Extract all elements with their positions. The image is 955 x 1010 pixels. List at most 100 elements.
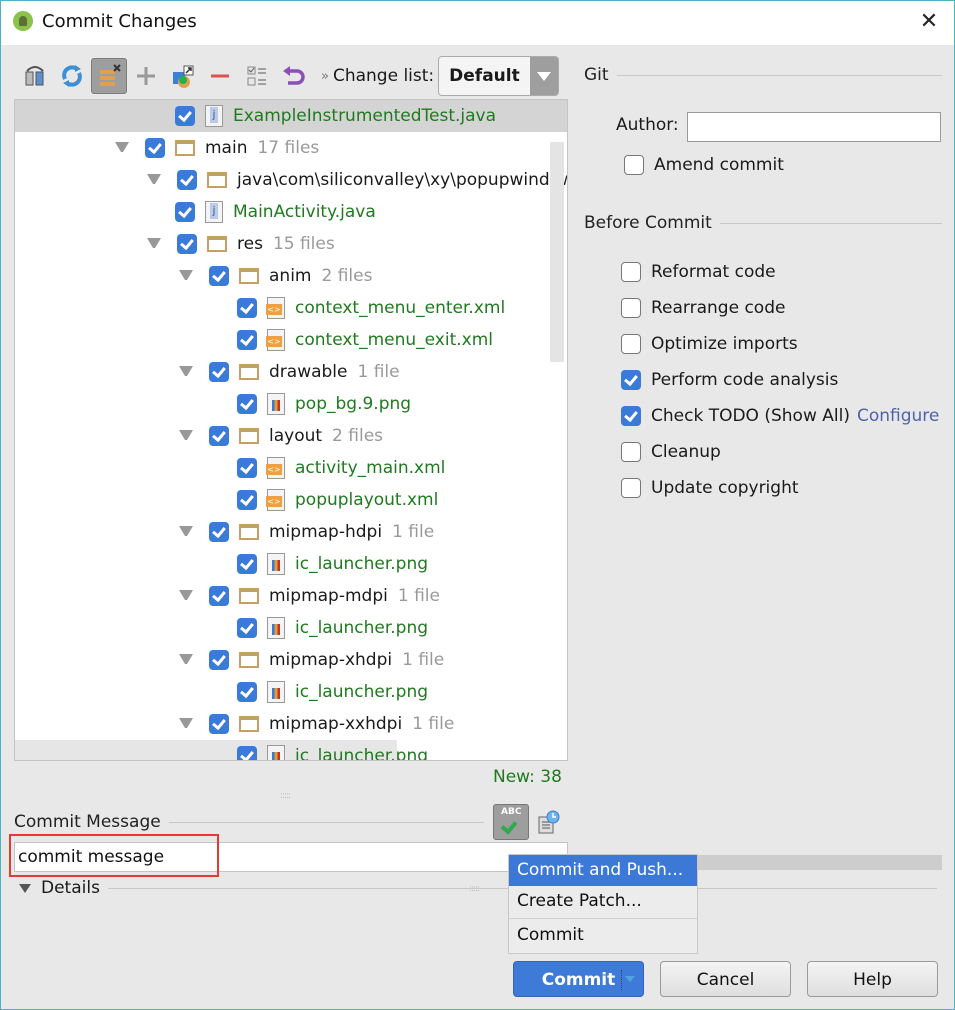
tree-file-row[interactable]: pop_bg.9.png (15, 388, 567, 420)
include-checkbox[interactable] (237, 394, 257, 414)
include-checkbox[interactable] (209, 586, 229, 606)
folder-icon (239, 588, 259, 604)
tree-file-row[interactable]: ic_launcher.png (15, 740, 428, 760)
checkbox[interactable] (621, 406, 641, 426)
message-history-button[interactable] (537, 809, 561, 835)
tree-folder-row[interactable]: main 17 files (15, 132, 567, 164)
include-checkbox[interactable] (175, 106, 195, 126)
help-button[interactable]: Help (807, 961, 938, 997)
include-checkbox[interactable] (237, 746, 257, 760)
tree-folder-row[interactable]: mipmap-hdpi 1 file (15, 516, 567, 548)
include-checkbox[interactable] (209, 650, 229, 670)
author-input[interactable] (687, 112, 941, 142)
include-checkbox[interactable] (175, 202, 195, 222)
show-diff-button[interactable] (17, 58, 53, 94)
tree-file-row[interactable]: MainActivity.java (15, 196, 567, 228)
include-checkbox[interactable] (237, 490, 257, 510)
tree-folder-row[interactable]: layout 2 files (15, 420, 567, 452)
include-checkbox[interactable] (209, 266, 229, 286)
tree-folder-row[interactable]: res 15 files (15, 228, 567, 260)
include-checkbox[interactable] (237, 618, 257, 638)
tree-scrollbar[interactable] (550, 142, 564, 362)
tree-file-row[interactable]: ExampleInstrumentedTest.java (15, 100, 567, 132)
option-check-todo-show-all[interactable]: Check TODO (Show All) Configure (621, 406, 939, 426)
spellcheck-button[interactable]: ABC (493, 804, 529, 840)
tree-folder-row[interactable]: mipmap-mdpi 1 file (15, 580, 567, 612)
configure-link[interactable]: Configure (857, 406, 939, 426)
expand-triangle-icon[interactable] (179, 590, 193, 602)
add-button[interactable] (128, 58, 164, 94)
include-checkbox[interactable] (237, 330, 257, 350)
details-splitter-handle[interactable]: ::::: (469, 884, 480, 894)
select-all-button[interactable] (239, 58, 275, 94)
cancel-button[interactable]: Cancel (660, 961, 791, 997)
include-checkbox[interactable] (209, 714, 229, 734)
tree-folder-row[interactable]: drawable 1 file (15, 356, 567, 388)
expand-triangle-icon[interactable] (179, 430, 193, 442)
expand-triangle-icon[interactable] (179, 718, 193, 730)
java-file-icon (205, 105, 223, 127)
checkbox[interactable] (621, 478, 641, 498)
tree-file-row[interactable]: popuplayout.xml (15, 484, 567, 516)
option-update-copyright[interactable]: Update copyright (621, 478, 799, 498)
move-to-changelist-button[interactable] (165, 58, 201, 94)
checkbox[interactable] (621, 442, 641, 462)
include-checkbox[interactable] (145, 138, 165, 158)
option-reformat-code[interactable]: Reformat code (621, 262, 776, 282)
tree-file-row[interactable]: activity_main.xml (15, 452, 567, 484)
include-checkbox[interactable] (209, 362, 229, 382)
checkbox[interactable] (624, 155, 644, 175)
include-checkbox[interactable] (237, 298, 257, 318)
checkbox[interactable] (621, 334, 641, 354)
expand-triangle-icon[interactable] (115, 142, 129, 154)
changelist-dropdown[interactable]: Default (438, 56, 559, 96)
tree-folder-row[interactable]: java\com\siliconvalley\xy\popupwindow (15, 164, 567, 196)
splitter-handle[interactable]: ::::: (280, 791, 291, 801)
tree-file-row[interactable]: ic_launcher.png (15, 548, 567, 580)
remove-button[interactable] (202, 58, 238, 94)
chevron-down-icon[interactable] (529, 57, 558, 95)
include-checkbox[interactable] (209, 522, 229, 542)
commit-message-input[interactable] (14, 842, 568, 872)
tree-folder-row[interactable]: mipmap-xhdpi 1 file (15, 644, 567, 676)
menu-item-commit-and-push[interactable]: Commit and Push... (509, 855, 697, 886)
include-checkbox[interactable] (237, 682, 257, 702)
tree-file-row[interactable]: context_menu_enter.xml (15, 292, 567, 324)
expand-triangle-icon[interactable] (179, 654, 193, 666)
tree-file-row[interactable]: context_menu_exit.xml (15, 324, 567, 356)
expand-triangle-icon[interactable] (147, 238, 161, 250)
tree-folder-row[interactable]: anim 2 files (15, 260, 567, 292)
close-icon[interactable]: ✕ (916, 9, 942, 35)
menu-item-create-patch[interactable]: Create Patch... (509, 886, 697, 917)
group-by-button[interactable] (91, 58, 127, 94)
chevron-down-icon[interactable] (625, 976, 635, 982)
option-cleanup[interactable]: Cleanup (621, 442, 721, 462)
expand-toolbar-icon[interactable]: » (321, 69, 329, 84)
include-checkbox[interactable] (177, 170, 197, 190)
checkbox[interactable] (621, 262, 641, 282)
checkbox[interactable] (621, 298, 641, 318)
expand-triangle-icon[interactable] (147, 174, 161, 186)
amend-commit-checkbox[interactable]: Amend commit (624, 155, 784, 175)
tree-folder-row[interactable]: mipmap-xxhdpi 1 file (15, 708, 567, 740)
option-optimize-imports[interactable]: Optimize imports (621, 334, 798, 354)
expand-triangle-icon[interactable] (179, 526, 193, 538)
option-rearrange-code[interactable]: Rearrange code (621, 298, 785, 318)
option-perform-code-analysis[interactable]: Perform code analysis (621, 370, 838, 390)
include-checkbox[interactable] (209, 426, 229, 446)
checkbox[interactable] (621, 370, 641, 390)
expand-triangle-icon[interactable] (179, 270, 193, 282)
tree-file-row[interactable]: ic_launcher.png (15, 676, 567, 708)
changes-tree[interactable]: ExampleInstrumentedTest.java main 17 files… (14, 99, 568, 761)
revert-button[interactable] (276, 58, 312, 94)
file-count: 1 file (357, 362, 400, 382)
include-checkbox[interactable] (177, 234, 197, 254)
expand-triangle-icon[interactable] (179, 366, 193, 378)
tree-item-name: context_menu_exit.xml (295, 330, 493, 350)
include-checkbox[interactable] (237, 458, 257, 478)
commit-button[interactable]: Commit (513, 961, 644, 997)
tree-file-row[interactable]: ic_launcher.png (15, 612, 567, 644)
include-checkbox[interactable] (237, 554, 257, 574)
menu-item-commit[interactable]: Commit (509, 920, 697, 951)
refresh-button[interactable] (54, 58, 90, 94)
